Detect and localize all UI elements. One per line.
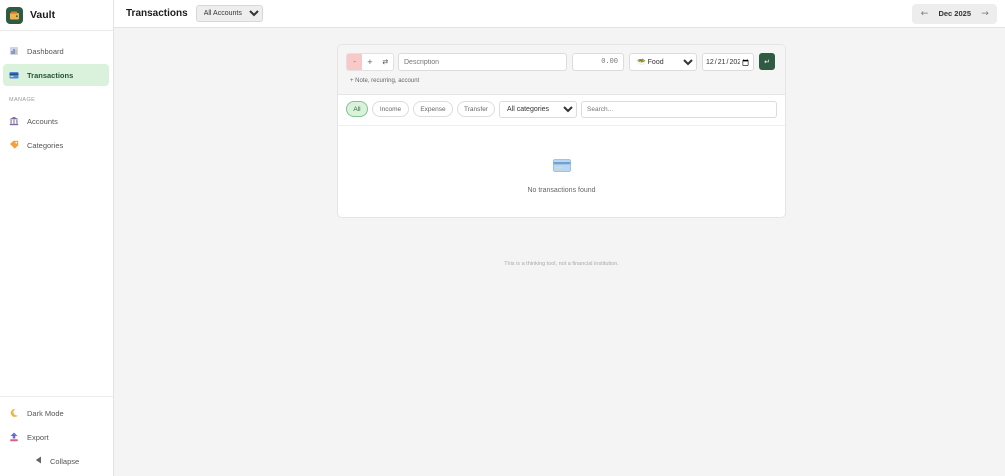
wallet-icon xyxy=(6,6,23,24)
bar-chart-icon xyxy=(9,46,19,56)
dark-mode-toggle[interactable]: Dark Mode xyxy=(3,402,109,424)
nav-section-manage: MANAGE xyxy=(9,97,36,103)
month-navigator: ← Dec 2025 → xyxy=(912,3,997,24)
transaction-entry-form: - + ⇄ 🥗 Food ↵ + Note, recurring, accoun… xyxy=(338,45,785,95)
sidebar-nav: Dashboard Transactions MANAGE Accounts C… xyxy=(0,31,113,158)
main-area: Transactions All Accounts ← Dec 2025 → -… xyxy=(114,0,1005,476)
credit-card-icon xyxy=(552,159,571,177)
type-income-button[interactable]: + xyxy=(362,54,378,70)
footer-disclaimer: This is a thinking tool, not a financial… xyxy=(504,261,619,267)
export-button[interactable]: Export xyxy=(3,426,109,448)
filter-chip-income[interactable]: Income xyxy=(372,101,409,117)
top-bar: Transactions All Accounts ← Dec 2025 → xyxy=(114,0,1005,28)
bank-icon xyxy=(9,116,19,126)
sidebar-item-label: Export xyxy=(27,432,49,442)
brand-name: Vault xyxy=(30,9,56,21)
transactions-card: - + ⇄ 🥗 Food ↵ + Note, recurring, accoun… xyxy=(337,44,786,218)
empty-state-text: No transactions found xyxy=(527,187,596,194)
sidebar-item-categories[interactable]: Categories xyxy=(3,134,109,156)
credit-card-icon xyxy=(9,70,19,80)
date-input[interactable] xyxy=(702,53,754,71)
sidebar-item-label: Dashboard xyxy=(27,46,64,56)
collapse-button[interactable]: Collapse xyxy=(0,450,113,472)
sidebar-item-accounts[interactable]: Accounts xyxy=(3,110,109,132)
type-transfer-button[interactable]: ⇄ xyxy=(377,54,393,70)
more-options-link[interactable]: + Note, recurring, account xyxy=(350,78,419,84)
export-icon xyxy=(9,432,19,442)
current-month-label: Dec 2025 xyxy=(938,9,971,18)
category-select[interactable]: 🥗 Food xyxy=(629,53,697,71)
filter-chip-transfer[interactable]: Transfer xyxy=(457,101,495,117)
transaction-type-toggle: - + ⇄ xyxy=(346,53,394,71)
account-select[interactable]: All Accounts xyxy=(195,5,263,22)
type-expense-button[interactable]: - xyxy=(347,54,363,70)
empty-state: No transactions found xyxy=(338,159,785,194)
category-filter-select[interactable]: All categories xyxy=(499,101,577,118)
filter-chip-expense[interactable]: Expense xyxy=(413,101,453,117)
sidebar-item-transactions[interactable]: Transactions xyxy=(3,64,109,86)
sidebar-item-label: Categories xyxy=(27,140,64,150)
page-title: Transactions xyxy=(126,8,188,19)
content: - + ⇄ 🥗 Food ↵ + Note, recurring, accoun… xyxy=(114,28,1005,476)
filter-bar: All Income Expense Transfer All categori… xyxy=(338,95,785,126)
brand[interactable]: Vault xyxy=(0,0,113,31)
sidebar-item-label: Transactions xyxy=(27,70,74,80)
prev-month-button[interactable]: ← xyxy=(916,9,932,19)
description-input[interactable] xyxy=(398,53,567,71)
tag-icon xyxy=(9,140,19,150)
moon-icon xyxy=(9,408,19,418)
caret-left-icon xyxy=(35,456,42,466)
sidebar-item-label: Dark Mode xyxy=(27,408,64,418)
search-input[interactable] xyxy=(581,101,777,118)
amount-input[interactable] xyxy=(572,53,624,71)
next-month-button[interactable]: → xyxy=(977,9,993,19)
sidebar-item-dashboard[interactable]: Dashboard xyxy=(3,40,109,62)
sidebar-item-label: Accounts xyxy=(27,116,58,126)
app-root: Vault Dashboard Transactions MANAGE Acco… xyxy=(0,0,1005,476)
sidebar: Vault Dashboard Transactions MANAGE Acco… xyxy=(0,0,114,476)
filter-chip-all[interactable]: All xyxy=(346,101,368,117)
collapse-label: Collapse xyxy=(50,456,80,466)
sidebar-bottom: Dark Mode Export Collapse xyxy=(0,396,113,476)
submit-button[interactable]: ↵ xyxy=(759,53,775,70)
